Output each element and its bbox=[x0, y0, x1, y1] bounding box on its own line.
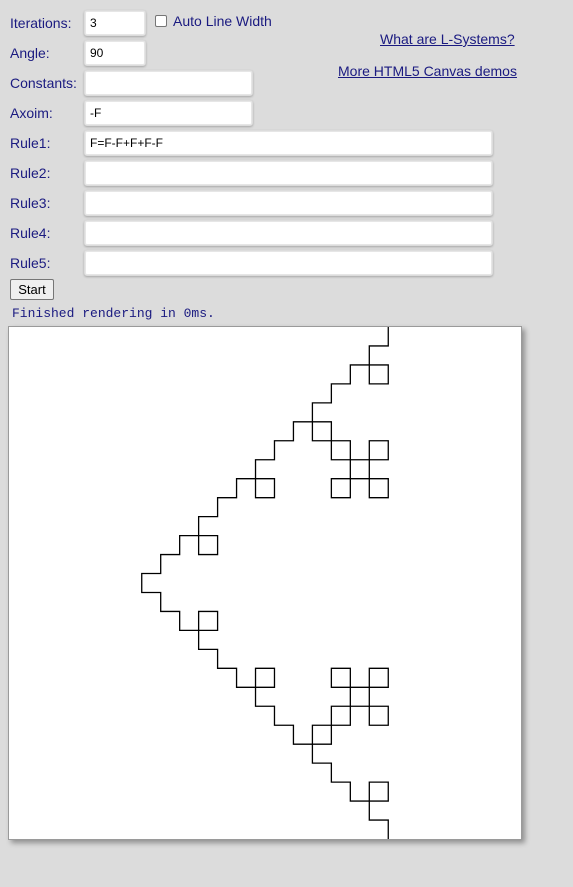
rule5-input[interactable] bbox=[84, 250, 493, 276]
rule1-label: Rule1: bbox=[10, 135, 51, 151]
rule5-label: Rule5: bbox=[10, 255, 51, 271]
render-status: Finished rendering in 0ms. bbox=[12, 306, 215, 321]
iterations-input[interactable] bbox=[84, 10, 146, 36]
rule4-label: Rule4: bbox=[10, 225, 51, 241]
auto-line-width-label: Auto Line Width bbox=[173, 13, 272, 29]
rule4-input[interactable] bbox=[84, 220, 493, 246]
axiom-label: Axoim: bbox=[10, 105, 53, 121]
lsystem-drawing bbox=[141, 327, 389, 839]
lsystem-canvas[interactable] bbox=[8, 326, 522, 840]
rule3-input[interactable] bbox=[84, 190, 493, 216]
axiom-input[interactable] bbox=[84, 100, 253, 126]
rule3-label: Rule3: bbox=[10, 195, 51, 211]
constants-label: Constants: bbox=[10, 75, 77, 91]
what-are-lsystems-link[interactable]: What are L-Systems? bbox=[380, 31, 515, 47]
more-canvas-demos-link[interactable]: More HTML5 Canvas demos bbox=[338, 63, 517, 79]
auto-line-width-toggle[interactable]: Auto Line Width bbox=[155, 13, 272, 29]
lsystem-path bbox=[141, 327, 389, 839]
angle-label: Angle: bbox=[10, 45, 50, 61]
iterations-label: Iterations: bbox=[10, 15, 72, 31]
start-button[interactable]: Start bbox=[10, 279, 54, 300]
angle-input[interactable] bbox=[84, 40, 146, 66]
constants-input[interactable] bbox=[84, 70, 253, 96]
rule2-label: Rule2: bbox=[10, 165, 51, 181]
auto-line-width-checkbox[interactable] bbox=[155, 15, 167, 27]
rule2-input[interactable] bbox=[84, 160, 493, 186]
rule1-input[interactable] bbox=[84, 130, 493, 156]
